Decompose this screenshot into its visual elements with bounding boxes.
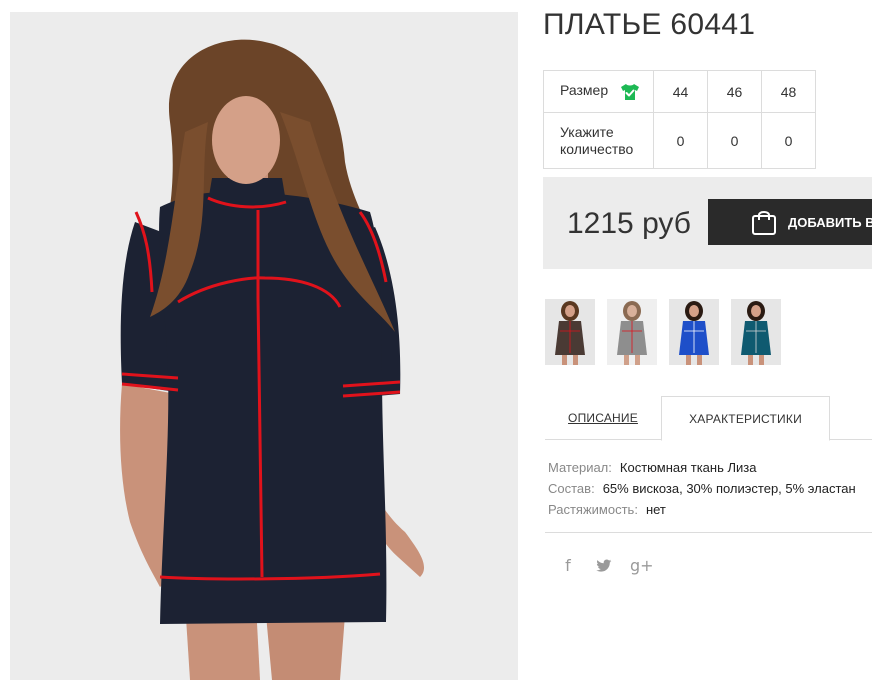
characteristic-row: Состав: 65% вискоза, 30% полиэстер, 5% эл…: [548, 478, 856, 499]
product-price: 1215 руб: [567, 207, 691, 240]
characteristic-row: Растяжимость: нет: [548, 499, 856, 520]
facebook-icon[interactable]: f: [558, 556, 578, 576]
section-divider: [545, 532, 872, 533]
product-tabs: ОПИСАНИЕ ХАРАКТЕРИСТИКИ: [545, 396, 872, 441]
size-option-46[interactable]: 46: [707, 70, 762, 113]
characteristic-key: Материал:: [548, 460, 612, 475]
product-title: ПЛАТЬЕ 60441: [543, 8, 756, 41]
quantity-input-46[interactable]: 0: [707, 112, 762, 169]
quantity-row: Укажите количество 0 0 0: [543, 112, 816, 169]
model-photo: [10, 12, 518, 680]
add-to-cart-button[interactable]: ДОБАВИТЬ В: [708, 199, 872, 245]
googleplus-icon[interactable]: g+: [630, 556, 654, 576]
quantity-input-44[interactable]: 0: [653, 112, 708, 169]
twitter-icon[interactable]: [594, 556, 614, 576]
characteristic-value: 65% вискоза, 30% полиэстер, 5% эластан: [602, 481, 856, 496]
size-label: Размер: [560, 82, 609, 99]
product-main-image[interactable]: [10, 12, 518, 680]
characteristic-value: Костюмная ткань Лиза: [619, 460, 757, 475]
size-label-cell: Размер: [543, 70, 654, 113]
quantity-input-48[interactable]: 0: [761, 112, 816, 169]
characteristic-key: Состав:: [548, 481, 595, 496]
characteristic-value: нет: [645, 502, 666, 517]
size-option-44[interactable]: 44: [653, 70, 708, 113]
tab-characteristics[interactable]: ХАРАКТЕРИСТИКИ: [661, 396, 830, 441]
thumbnail-grey[interactable]: [607, 299, 657, 365]
price-panel: 1215 руб ДОБАВИТЬ В: [543, 177, 872, 269]
thumbnail-teal[interactable]: [731, 299, 781, 365]
quantity-label: Укажите количество: [560, 123, 634, 157]
thumbnail-blue[interactable]: [669, 299, 719, 365]
quantity-label-cell: Укажите количество: [543, 112, 654, 169]
tshirt-check-icon: [620, 83, 640, 101]
size-option-48[interactable]: 48: [761, 70, 816, 113]
size-quantity-table: Размер 44 46 48 Укажите количество 0 0 0: [543, 70, 816, 169]
tab-description[interactable]: ОПИСАНИЕ: [545, 396, 661, 440]
thumbnail-brown[interactable]: [545, 299, 595, 365]
size-row: Размер 44 46 48: [543, 70, 816, 113]
add-to-cart-label: ДОБАВИТЬ В: [788, 214, 872, 230]
shopping-bag-icon: [750, 208, 778, 236]
characteristic-key: Растяжимость:: [548, 502, 638, 517]
characteristics-list: Материал: Костюмная ткань Лиза Состав: 65%…: [548, 457, 856, 520]
characteristic-row: Материал: Костюмная ткань Лиза: [548, 457, 856, 478]
